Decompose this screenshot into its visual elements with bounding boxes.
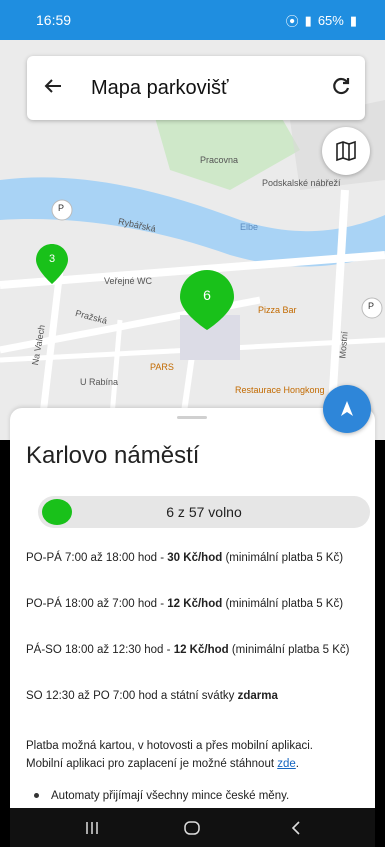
- top-app-bar: Mapa parkovišť: [27, 56, 365, 120]
- back-button[interactable]: [41, 74, 65, 98]
- recent-apps-icon: [86, 822, 98, 834]
- map-label: Elbe: [240, 222, 259, 232]
- location-icon: ⦿: [285, 14, 299, 29]
- page-title: Mapa parkovišť: [91, 77, 229, 99]
- refresh-button[interactable]: [329, 74, 353, 98]
- back-nav-button[interactable]: [286, 818, 306, 838]
- parking-marker-selected[interactable]: 6: [180, 270, 234, 330]
- chevron-left-icon: [291, 821, 300, 835]
- status-bar: 16:59 ⦿ ▮ 65% ▮: [0, 0, 385, 40]
- rate-line: PÁ-SO 18:00 až 12:30 hod - 12 Kč/hod (mi…: [26, 644, 350, 656]
- parking-name: Karlovo náměstí: [26, 442, 200, 469]
- map-label: Podskalské nábřeží: [262, 178, 341, 188]
- payment-info: Platba možná kartou, v hotovosti a přes …: [26, 740, 314, 770]
- download-link[interactable]: zde: [277, 758, 296, 770]
- status-time: 16:59: [36, 12, 72, 28]
- navigate-button[interactable]: [323, 385, 371, 433]
- map-label: Veřejné WC: [104, 276, 153, 286]
- payment-line2: Mobilní aplikaci pro zaplacení je možné …: [26, 758, 278, 770]
- marker-count: 6: [203, 287, 211, 303]
- recent-apps-button[interactable]: [82, 818, 102, 838]
- map-label: Pizza Bar: [258, 305, 297, 315]
- parking-detail-sheet: Karlovo náměstí 6 z 57 volno PO-PÁ 7:00 …: [10, 408, 375, 808]
- home-button[interactable]: [182, 818, 202, 838]
- home-icon: [184, 821, 200, 835]
- availability-bar: 6 z 57 volno: [38, 496, 370, 528]
- parking-marker[interactable]: 3: [36, 244, 68, 284]
- system-nav-bar: [10, 808, 375, 847]
- rate-line: PO-PÁ 7:00 až 18:00 hod - 30 Kč/hod (min…: [26, 552, 344, 564]
- refresh-icon: [333, 77, 350, 95]
- battery-icon: ▮: [349, 12, 357, 28]
- map-label: U Rabína: [80, 377, 119, 387]
- signal-icon: ▮: [304, 12, 312, 28]
- map-icon: [336, 140, 356, 162]
- payment-line1: Platba možná kartou, v hotovosti a přes …: [26, 740, 314, 752]
- drag-handle[interactable]: [177, 416, 207, 419]
- list-item: Automaty přijímají všechny mince české m…: [34, 790, 289, 802]
- availability-text: 6 z 57 volno: [166, 504, 242, 520]
- map-label: Restaurace Hongkong: [235, 385, 325, 395]
- battery-text: 65%: [317, 13, 344, 28]
- arrow-left-icon: [44, 79, 61, 93]
- rate-line: PO-PÁ 18:00 až 7:00 hod - 12 Kč/hod (min…: [26, 598, 344, 610]
- map-layers-button[interactable]: [322, 127, 370, 175]
- navigation-arrow-icon: [341, 401, 353, 416]
- map-label: PARS: [150, 362, 174, 372]
- parking-sign: P: [58, 203, 65, 213]
- marker-count: 3: [48, 253, 56, 265]
- parking-sign: P: [368, 301, 375, 311]
- map-label: Pracovna: [200, 155, 239, 165]
- bullet-icon: [34, 793, 39, 799]
- status-icons: ⦿ ▮ 65% ▮: [286, 11, 357, 30]
- rate-line: SO 12:30 až PO 7:00 hod a státní svátky …: [26, 690, 278, 702]
